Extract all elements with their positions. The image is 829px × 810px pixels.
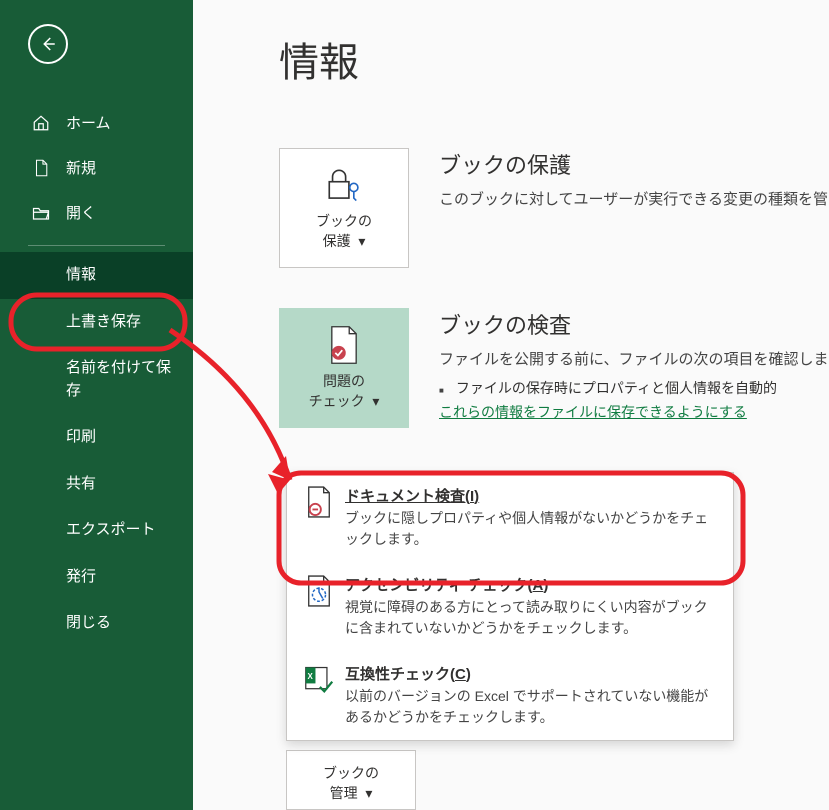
menu-item-desc: ブックに隠しプロパティや個人情報がないかどうかをチェックします。: [345, 508, 719, 550]
sidebar-item-label: 印刷: [66, 426, 96, 449]
sidebar-item-home[interactable]: ホーム: [0, 100, 193, 145]
menu-item-desc: 以前のバージョンの Excel でサポートされていない機能があるかどうかをチェッ…: [345, 686, 719, 728]
menu-item-title: 互換性チェック(C): [345, 663, 719, 684]
sidebar-item-label: 開く: [66, 202, 96, 223]
sidebar-item-label: 新規: [66, 157, 96, 178]
back-arrow-icon: [39, 35, 57, 53]
sidebar-item-label: 共有: [66, 473, 96, 496]
sidebar-item-save-as[interactable]: 名前を付けて保存: [0, 345, 193, 414]
svg-text:X: X: [308, 672, 314, 681]
check-button-label-2: チェック: [309, 393, 365, 409]
sidebar-item-label: エクスポート: [66, 519, 156, 542]
sidebar-item-save[interactable]: 上書き保存: [0, 299, 193, 346]
check-button-label-1: 問題の: [323, 373, 365, 389]
sidebar-item-label: 名前を付けて保存: [66, 357, 171, 402]
document-check-icon: [324, 325, 364, 365]
protect-title: ブックの保護: [439, 148, 829, 180]
inspect-document-icon: [301, 485, 337, 521]
inspect-title: ブックの検査: [439, 308, 829, 340]
menu-item-title: アクセシビリティ チェック(A): [345, 574, 719, 595]
sidebar-item-publish[interactable]: 発行: [0, 554, 193, 601]
sidebar-item-label: 閉じる: [66, 612, 111, 635]
sidebar-item-share[interactable]: 共有: [0, 461, 193, 508]
manage-button-label-2: 管理: [330, 785, 358, 801]
protect-button-label-2: 保護: [323, 233, 351, 249]
manage-workbook-button[interactable]: ブックの 管理 ▾: [286, 750, 416, 810]
check-issues-dropdown: ドキュメント検査(I) ブックに隠しプロパティや個人情報がないかどうかをチェック…: [286, 472, 734, 741]
chevron-down-icon: ▾: [368, 393, 379, 409]
sidebar-item-label: 上書き保存: [66, 311, 141, 334]
sidebar-item-info[interactable]: 情報: [0, 252, 193, 299]
lock-key-icon: [324, 165, 364, 205]
chevron-down-icon: ▾: [361, 785, 372, 801]
inspect-desc: ファイルを公開する前に、ファイルの次の項目を確認しま: [439, 348, 829, 372]
sidebar-item-open[interactable]: 開く: [0, 190, 193, 235]
home-icon: [30, 114, 52, 132]
sidebar-item-label: 情報: [66, 264, 96, 287]
sidebar-item-new[interactable]: 新規: [0, 145, 193, 190]
manage-button-label-1: ブックの: [323, 765, 379, 781]
back-button[interactable]: [28, 24, 68, 64]
sidebar-item-label: 発行: [66, 566, 96, 589]
section-protect: ブックの 保護 ▾ ブックの保護 このブックに対してユーザーが実行できる変更の種…: [279, 148, 829, 268]
inspect-link[interactable]: これらの情報をファイルに保存できるようにする: [439, 402, 829, 422]
document-icon: [30, 159, 52, 177]
menu-item-inspect-document[interactable]: ドキュメント検査(I) ブックに隠しプロパティや個人情報がないかどうかをチェック…: [287, 473, 733, 562]
inspect-bullet: ファイルの保存時にプロパティと個人情報を自動的: [456, 378, 777, 398]
folder-open-icon: [30, 205, 52, 221]
compatibility-icon: X: [301, 663, 337, 699]
menu-item-desc: 視覚に障碍のある方にとって読み取りにくい内容がブックに含まれていないかどうかをチ…: [345, 597, 719, 639]
sidebar-item-export[interactable]: エクスポート: [0, 507, 193, 554]
sidebar-item-print[interactable]: 印刷: [0, 414, 193, 461]
page-title: 情報: [279, 30, 829, 88]
sidebar-divider: [28, 245, 165, 246]
section-inspect: 問題の チェック ▾ ブックの検査 ファイルを公開する前に、ファイルの次の項目を…: [279, 308, 829, 428]
sidebar-item-close[interactable]: 閉じる: [0, 600, 193, 647]
chevron-down-icon: ▾: [354, 233, 365, 249]
menu-item-compatibility[interactable]: X 互換性チェック(C) 以前のバージョンの Excel でサポートされていない…: [287, 651, 733, 740]
sidebar: ホーム 新規 開く 情報 上書き保存 名前を付けて保存 印刷 共有 エクスポート: [0, 0, 193, 810]
protect-desc: このブックに対してユーザーが実行できる変更の種類を管: [439, 188, 829, 212]
check-issues-button[interactable]: 問題の チェック ▾: [279, 308, 409, 428]
menu-item-title: ドキュメント検査(I): [345, 485, 719, 506]
protect-workbook-button[interactable]: ブックの 保護 ▾: [279, 148, 409, 268]
protect-button-label-1: ブックの: [316, 213, 372, 229]
sidebar-item-label: ホーム: [66, 112, 111, 133]
menu-item-accessibility[interactable]: アクセシビリティ チェック(A) 視覚に障碍のある方にとって読み取りにくい内容が…: [287, 562, 733, 651]
accessibility-icon: [301, 574, 337, 610]
